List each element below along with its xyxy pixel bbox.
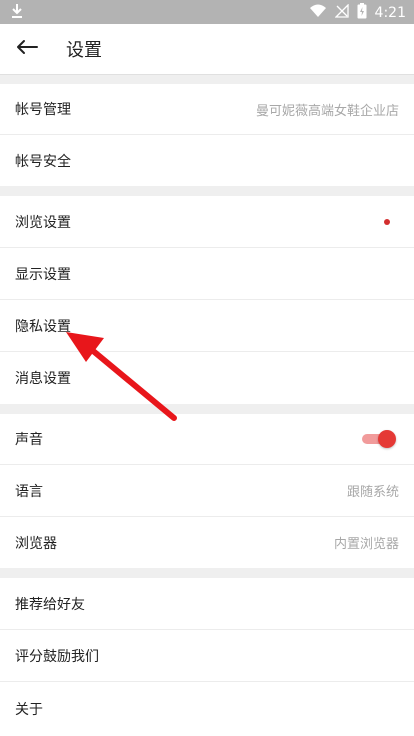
account-security-label: 帐号安全 [15, 153, 71, 170]
page-title: 设置 [66, 40, 102, 61]
message-settings-label: 消息设置 [15, 371, 71, 387]
sound-toggle[interactable] [362, 430, 396, 448]
language-value: 跟随系统 [346, 485, 399, 500]
browser-row[interactable]: 浏览器 内置浏览器 [0, 517, 414, 568]
privacy-settings-row[interactable]: 隐私设置 [0, 300, 414, 352]
download-icon [10, 3, 24, 23]
app-bar: 设置 [0, 24, 414, 75]
wifi-icon [309, 4, 327, 22]
section-gap [0, 568, 414, 578]
browse-settings-row[interactable]: 浏览设置 [0, 196, 414, 248]
account-manage-row[interactable]: 帐号管理 曼可妮薇高端女鞋企业店 [0, 84, 414, 135]
back-button[interactable] [2, 24, 52, 74]
arrow-left-icon [16, 39, 38, 59]
display-settings-label: 显示设置 [15, 266, 71, 283]
no-signal-icon [333, 3, 349, 22]
recommend-label: 推荐给好友 [15, 596, 85, 613]
account-security-row[interactable]: 帐号安全 [0, 135, 414, 186]
display-settings-row[interactable]: 显示设置 [0, 248, 414, 300]
recommend-row[interactable]: 推荐给好友 [0, 578, 414, 630]
toggle-thumb [378, 430, 396, 448]
section-gap [0, 75, 414, 84]
section-gap [0, 404, 414, 414]
language-row[interactable]: 语言 跟随系统 [0, 465, 414, 517]
rate-row[interactable]: 评分鼓励我们 [0, 630, 414, 682]
sound-label: 声音 [15, 432, 43, 448]
battery-charging-icon [357, 3, 367, 23]
browse-settings-label: 浏览设置 [15, 214, 71, 231]
section-gap [0, 186, 414, 196]
notification-dot [384, 218, 390, 225]
account-manage-label: 帐号管理 [15, 102, 71, 118]
browser-label: 浏览器 [15, 535, 57, 552]
account-manage-value: 曼可妮薇高端女鞋企业店 [255, 103, 399, 119]
about-label: 关于 [15, 702, 43, 718]
message-settings-row[interactable]: 消息设置 [0, 352, 414, 404]
privacy-settings-label: 隐私设置 [15, 318, 71, 335]
language-label: 语言 [15, 483, 43, 500]
rate-label: 评分鼓励我们 [15, 648, 99, 665]
about-row[interactable]: 关于 [0, 682, 414, 736]
status-time: 4:21 [374, 5, 406, 21]
status-bar: 4:21 [0, 0, 414, 24]
sound-row[interactable]: 声音 [0, 414, 414, 465]
browser-value: 内置浏览器 [333, 537, 399, 552]
